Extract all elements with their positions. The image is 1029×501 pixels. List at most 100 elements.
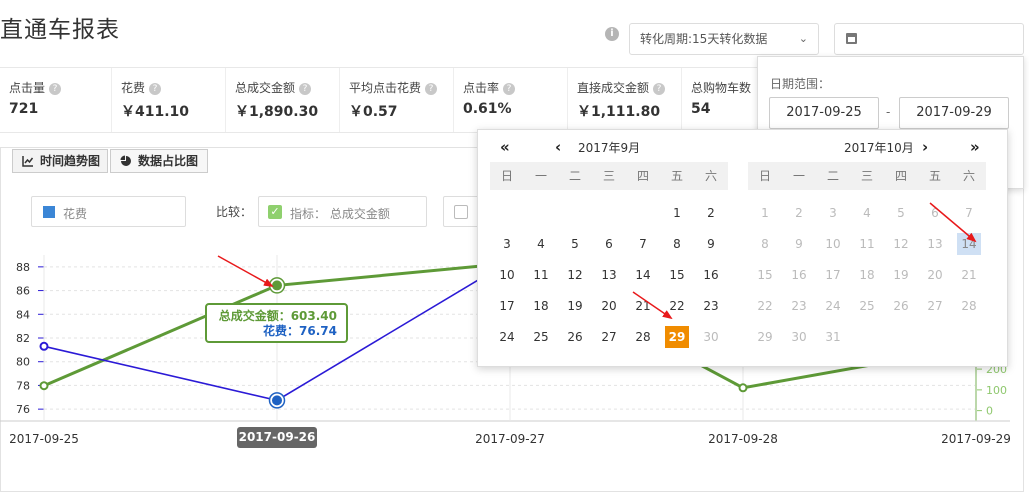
calendar-day: 17	[825, 268, 841, 282]
calendar-popup: « ‹ 2017年9月 2017年10月 › » 日 一 二 三 四 五 六 日 一 二 三 四 五 六…	[477, 129, 1008, 367]
data-point-gmv	[738, 383, 748, 393]
data-point-gmv	[39, 381, 49, 391]
calendar-day[interactable]: 19	[563, 295, 587, 317]
calendar-day[interactable]: 17	[495, 295, 519, 317]
calendar-day: 13	[927, 237, 943, 251]
calendar-title-left: 2017年9月	[578, 141, 641, 155]
calendar-day[interactable]: 20	[597, 295, 621, 317]
calendar-day: 4	[863, 206, 871, 220]
calendar-day: 24	[825, 299, 841, 313]
double-chevron-left-icon[interactable]: «	[500, 138, 510, 156]
calendar-day: 31	[825, 330, 841, 344]
calendar-day: 20	[927, 268, 943, 282]
calendar-day[interactable]: 28	[631, 326, 655, 348]
weekday-header-left: 日一二三四五六	[490, 162, 728, 190]
left-axis-tick-label: 86	[16, 285, 30, 298]
calendar-day-today: 14	[957, 233, 981, 255]
calendar-day: 16	[791, 268, 807, 282]
calendar-day[interactable]: 21	[631, 295, 655, 317]
chevron-left-icon[interactable]: ‹	[555, 138, 561, 156]
calendar-day[interactable]: 2	[699, 202, 723, 224]
left-axis-tick-label: 78	[16, 379, 30, 392]
left-axis-tick-label: 80	[16, 356, 30, 369]
data-point-spend	[39, 341, 49, 351]
calendar-day[interactable]: 10	[495, 264, 519, 286]
calendar-day: 11	[859, 237, 875, 251]
calendar-day[interactable]: 16	[699, 264, 723, 286]
x-axis-highlight-label: 2017-09-26	[237, 427, 317, 448]
weekday-label: 四	[894, 169, 907, 183]
calendar-day: 5	[897, 206, 905, 220]
calendar-day: 21	[961, 268, 977, 282]
x-axis-tick-label: 2017-09-27	[475, 432, 545, 446]
weekday-label: 日	[758, 169, 771, 183]
weekday-label: 二	[826, 169, 839, 183]
x-axis-tick-label: 2017-09-25	[9, 432, 79, 446]
calendar-day[interactable]: 1	[665, 202, 689, 224]
calendar-day[interactable]: 8	[665, 233, 689, 255]
calendar-day[interactable]: 25	[529, 326, 553, 348]
calendar-day[interactable]: 7	[631, 233, 655, 255]
date-range-start-input[interactable]: 2017-09-25	[769, 97, 879, 129]
left-axis-tick-label: 88	[16, 261, 30, 274]
calendar-day: 23	[791, 299, 807, 313]
weekday-label: 日	[500, 169, 513, 183]
left-axis-tick-label: 84	[16, 308, 30, 321]
weekday-label: 六	[962, 169, 975, 183]
tooltip-spend: 花费：76.74	[263, 324, 337, 338]
calendar-day: 15	[757, 268, 773, 282]
calendar-day: 10	[825, 237, 841, 251]
calendar-day: 25	[859, 299, 875, 313]
calendar-day: 18	[859, 268, 875, 282]
calendar-day: 12	[893, 237, 909, 251]
calendar-day: 1	[761, 206, 769, 220]
calendar-day[interactable]: 3	[495, 233, 519, 255]
weekday-label: 二	[568, 169, 581, 183]
calendar-day[interactable]: 9	[699, 233, 723, 255]
calendar-day[interactable]: 18	[529, 295, 553, 317]
weekday-label: 三	[602, 169, 615, 183]
calendar-day[interactable]: 27	[597, 326, 621, 348]
calendar-day[interactable]: 11	[529, 264, 553, 286]
calendar-title-right: 2017年10月	[844, 141, 914, 155]
calendar-day: 19	[893, 268, 909, 282]
calendar-day: 3	[829, 206, 837, 220]
calendar-day: 7	[965, 206, 973, 220]
data-point-spend	[270, 393, 284, 408]
calendar-day[interactable]: 22	[665, 295, 689, 317]
calendar-day[interactable]: 5	[563, 233, 587, 255]
date-range-label: 日期范围：	[770, 77, 831, 91]
double-chevron-right-icon[interactable]: »	[970, 138, 980, 156]
chart-tooltip: 总成交金额：603.40 花费：76.74	[205, 303, 348, 343]
calendar-day: 30	[791, 330, 807, 344]
calendar-day: 22	[757, 299, 773, 313]
left-axis-tick-label: 76	[16, 403, 30, 416]
left-axis-tick-label: 82	[16, 332, 30, 345]
weekday-label: 六	[704, 169, 717, 183]
calendar-day: 29	[757, 330, 773, 344]
chevron-right-icon[interactable]: ›	[922, 138, 928, 156]
calendar-day[interactable]: 4	[529, 233, 553, 255]
x-axis-tick-label: 2017-09-29	[941, 432, 1011, 446]
calendar-day[interactable]: 23	[699, 295, 723, 317]
calendar-day[interactable]: 24	[495, 326, 519, 348]
calendar-day: 9	[795, 237, 803, 251]
calendar-day-selected[interactable]: 29	[665, 326, 689, 348]
right-axis-tick-label: 100	[986, 384, 1007, 397]
weekday-label: 一	[792, 169, 805, 183]
date-range-separator: -	[886, 105, 891, 119]
calendar-day[interactable]: 14	[631, 264, 655, 286]
calendar-day[interactable]: 13	[597, 264, 621, 286]
weekday-label: 五	[928, 169, 941, 183]
weekday-label: 五	[670, 169, 683, 183]
calendar-day[interactable]: 6	[597, 233, 621, 255]
calendar-day[interactable]: 12	[563, 264, 587, 286]
calendar-day: 26	[893, 299, 909, 313]
calendar-day: 6	[931, 206, 939, 220]
calendar-day: 8	[761, 237, 769, 251]
right-axis-tick-label: 0	[986, 405, 993, 418]
weekday-label: 三	[860, 169, 873, 183]
calendar-day[interactable]: 15	[665, 264, 689, 286]
calendar-day[interactable]: 26	[563, 326, 587, 348]
date-range-end-input[interactable]: 2017-09-29	[899, 97, 1009, 129]
